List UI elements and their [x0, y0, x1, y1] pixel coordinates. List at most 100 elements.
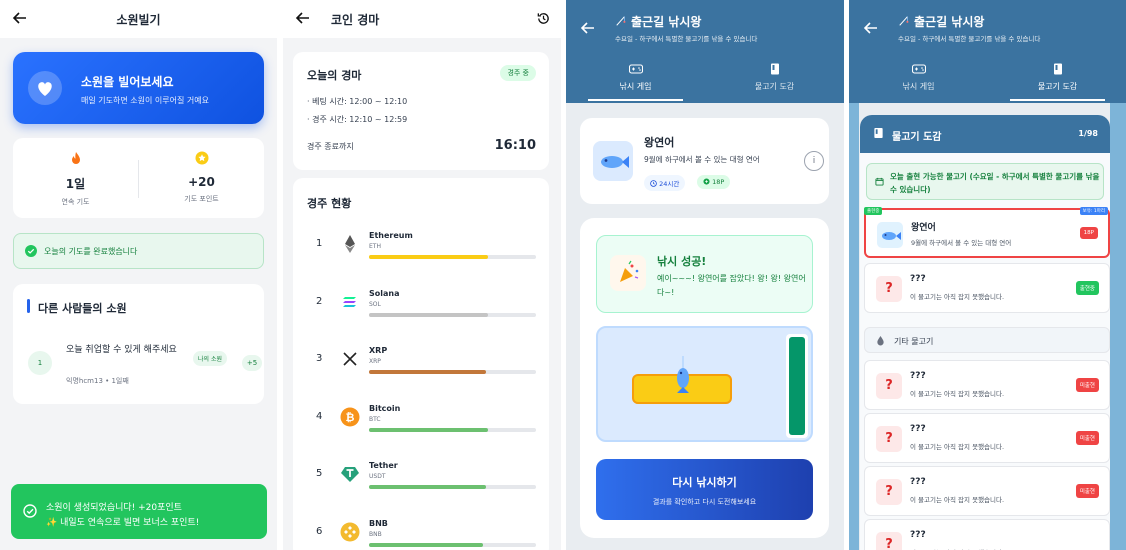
streak-label: 연속 기도: [61, 198, 90, 206]
points-label: 기도 포인트: [184, 195, 219, 203]
tab-fish-dex[interactable]: 물고기 도감: [988, 63, 1126, 101]
prayer-done-text: 오늘의 기도를 완료했습니다: [44, 247, 138, 256]
dex-item-desc: 이 물고기는 아직 잡지 못했습니다.: [910, 443, 1005, 451]
wish-hero-card[interactable]: 소원을 빌어보세요 매일 기도하면 소원이 이루어질 거예요: [13, 52, 264, 124]
check-circle-outline-icon: [23, 504, 37, 518]
today-available-banner: 오늘 출현 가능한 물고기 (수요일 - 하구에서 특별한 물고기를 낚을 수 …: [866, 163, 1104, 200]
race-status-card: 경주 현황 1 Ethereum ETH 2 Solana SOL 3 XRP XRP 4 ₿ Bit…: [293, 178, 549, 550]
points-stat: +20 기도 포인트: [139, 151, 264, 204]
coin-progress-track: [369, 427, 536, 432]
coin-row[interactable]: 5 Tether USDT: [293, 461, 549, 511]
wish-topbar: 소원빌기: [0, 0, 277, 38]
coin-name: Tether: [369, 461, 398, 470]
dex-item-desc: 이 물고기는 아직 잡지 못했습니다.: [910, 390, 1005, 398]
hero-title: 소원을 빌어보세요: [81, 75, 174, 89]
fish-again-subtitle: 결과를 확인하고 다시 도전해보세요: [652, 498, 757, 506]
water-drop-icon: [877, 336, 884, 346]
today-available-text: 오늘 출현 가능한 물고기 (수요일 - 하구에서 특별한 물고기를 낚을 수 …: [890, 172, 1100, 194]
coin-progress-track: [369, 370, 536, 374]
dex-item-name: ???: [910, 530, 926, 540]
coin-rank: 5: [316, 468, 323, 479]
toast-line-2: ✨ 내일도 연속으로 빌면 보너스 포인트!: [46, 518, 200, 528]
coin-symbol: USDT: [369, 473, 386, 480]
coin-sol-icon: [340, 292, 360, 312]
book-icon: [874, 127, 883, 139]
coin-progress-fill: [369, 312, 488, 317]
tab-label: 낚시 게임: [902, 82, 935, 91]
page-title: 소원빌기: [116, 13, 161, 27]
coin-eth-icon: [340, 234, 360, 254]
race-status-badge: 경주 중: [500, 65, 536, 81]
unknown-fish-icon: ?: [876, 276, 902, 302]
history-icon[interactable]: [536, 11, 551, 26]
catch-success-banner: 낚시 성공! 예이~~~! 왕연어를 잡았다! 왕! 왕! 왕연어다~!: [596, 235, 813, 313]
tab-fishing-game[interactable]: 낚시 게임: [849, 63, 988, 92]
dex-item-unknown[interactable]: ???? 이 물고기는 아직 잡지 못했습니다. 미출현: [864, 413, 1110, 463]
book-icon: [770, 63, 779, 75]
points-icon: [703, 178, 710, 185]
gamepad-icon: [911, 64, 926, 74]
coin-symbol: BNB: [369, 530, 382, 538]
plus-points-button[interactable]: +5: [242, 355, 262, 371]
dex-item-featured[interactable]: 왕연어 9월에 하구에서 볼 수 있는 대형 연어 18P: [864, 208, 1110, 258]
tab-fish-dex[interactable]: 물고기 도감: [705, 63, 844, 92]
back-arrow-icon[interactable]: [294, 9, 312, 27]
streak-stat: 1일 연속 기도: [13, 151, 138, 207]
coin-row[interactable]: 2 Solana SOL: [293, 289, 549, 339]
coin-progress-fill: [369, 427, 488, 432]
coin-name: Solana: [369, 288, 400, 298]
coin-row[interactable]: 4 ₿ Bitcoin BTC: [293, 404, 549, 454]
dex-item-unknown[interactable]: ???? 이 물고기는 아직 잡지 못했습니다. 미출현: [864, 360, 1110, 410]
back-arrow-icon[interactable]: [579, 19, 597, 37]
page-subtitle: 수요일 - 하구에서 특별한 물고기를 낚을 수 있습니다: [615, 35, 758, 43]
fish-again-button[interactable]: 다시 낚시하기 결과를 확인하고 다시 도전해보세요: [596, 459, 813, 520]
dex-item-unknown[interactable]: ???? 이 물고기는 아직 잡지 못했습니다. 미출현: [864, 466, 1110, 516]
fishing-pond[interactable]: [596, 326, 813, 442]
race-time: · 경주 시간: 12:10 ~ 12:59: [307, 115, 408, 124]
tab-label: 낚시 게임: [619, 82, 652, 91]
coin-row[interactable]: 3 XRP XRP: [293, 346, 549, 396]
coin-row[interactable]: 1 Ethereum ETH: [293, 231, 549, 281]
dex-item-name: ???: [910, 424, 926, 434]
back-arrow-icon[interactable]: [862, 19, 880, 37]
success-message: 예이~~~! 왕연어를 잡았다! 왕! 왕! 왕연어다~!: [657, 274, 806, 297]
race-title: 오늘의 경마: [307, 69, 362, 82]
fire-icon: [71, 152, 80, 164]
backdrop-left: [849, 103, 859, 550]
coin-usdt-icon: [340, 464, 360, 484]
wish-text: 오늘 취업할 수 있게 해주세요: [66, 345, 177, 355]
my-wish-tag: 나의 소원: [193, 351, 227, 366]
coin-symbol: BTC: [369, 415, 381, 423]
coin-bnb-icon: [340, 522, 360, 542]
section-accent-bar: [27, 299, 30, 313]
heart-icon: [28, 71, 62, 105]
fishing-game-card: 낚시 성공! 예이~~~! 왕연어를 잡았다! 왕! 왕! 왕연어다~! 다시 …: [580, 218, 829, 538]
fish-image: [593, 141, 633, 181]
fish-desc: 9월에 하구에서 볼 수 있는 대형 연어: [644, 155, 760, 164]
points-chip: 18P: [697, 175, 731, 189]
svg-text:₿: ₿: [346, 411, 355, 424]
dex-item-desc: 이 물고기는 아직 잡지 못했습니다.: [910, 293, 1005, 301]
fish-dex-screen: 출근길 낚시왕 수요일 - 하구에서 특별한 물고기를 낚을 수 있습니다 낚시…: [849, 0, 1126, 550]
dex-item-status: 미출현: [1075, 378, 1099, 392]
success-title: 낚시 성공!: [657, 255, 707, 268]
coin-race-screen: 코인 경마 오늘의 경마 경주 중 · 베팅 시간: 12:00 ~ 12:10…: [283, 0, 561, 550]
dex-item-unknown[interactable]: ????이 물고기는 아직 잡지 못했습니다.: [864, 519, 1110, 550]
dex-item-desc: 이 물고기는 아직 잡지 못했습니다.: [910, 496, 1005, 504]
coin-row[interactable]: 6 BNB BNB: [293, 519, 549, 550]
coin-symbol: ETH: [369, 243, 381, 250]
coin-name: BNB: [369, 518, 388, 528]
info-icon[interactable]: i: [804, 151, 824, 171]
dex-item-status: 출현중: [1075, 281, 1099, 295]
tab-label: 물고기 도감: [1037, 82, 1078, 91]
tab-fishing-game[interactable]: 낚시 게임: [566, 63, 705, 101]
fishing-header: 출근길 낚시왕 수요일 - 하구에서 특별한 물고기를 낚을 수 있습니다 낚시…: [849, 0, 1126, 103]
dex-item-status: 미출현: [1075, 431, 1099, 445]
fish-name: 왕연어: [644, 136, 675, 149]
bet-time: · 베팅 시간: 12:00 ~ 12:10: [307, 97, 408, 106]
target-fish-card: 왕연어 9월에 하구에서 볼 수 있는 대형 연어 24시간 18P i: [580, 118, 829, 204]
dex-header: 물고기 도감 1/98: [860, 115, 1110, 153]
dex-item-unknown[interactable]: ? ??? 이 물고기는 아직 잡지 못했습니다. 출현중: [864, 263, 1110, 313]
backdrop-right: [1110, 103, 1126, 550]
fish-again-title: 다시 낚시하기: [672, 476, 737, 489]
